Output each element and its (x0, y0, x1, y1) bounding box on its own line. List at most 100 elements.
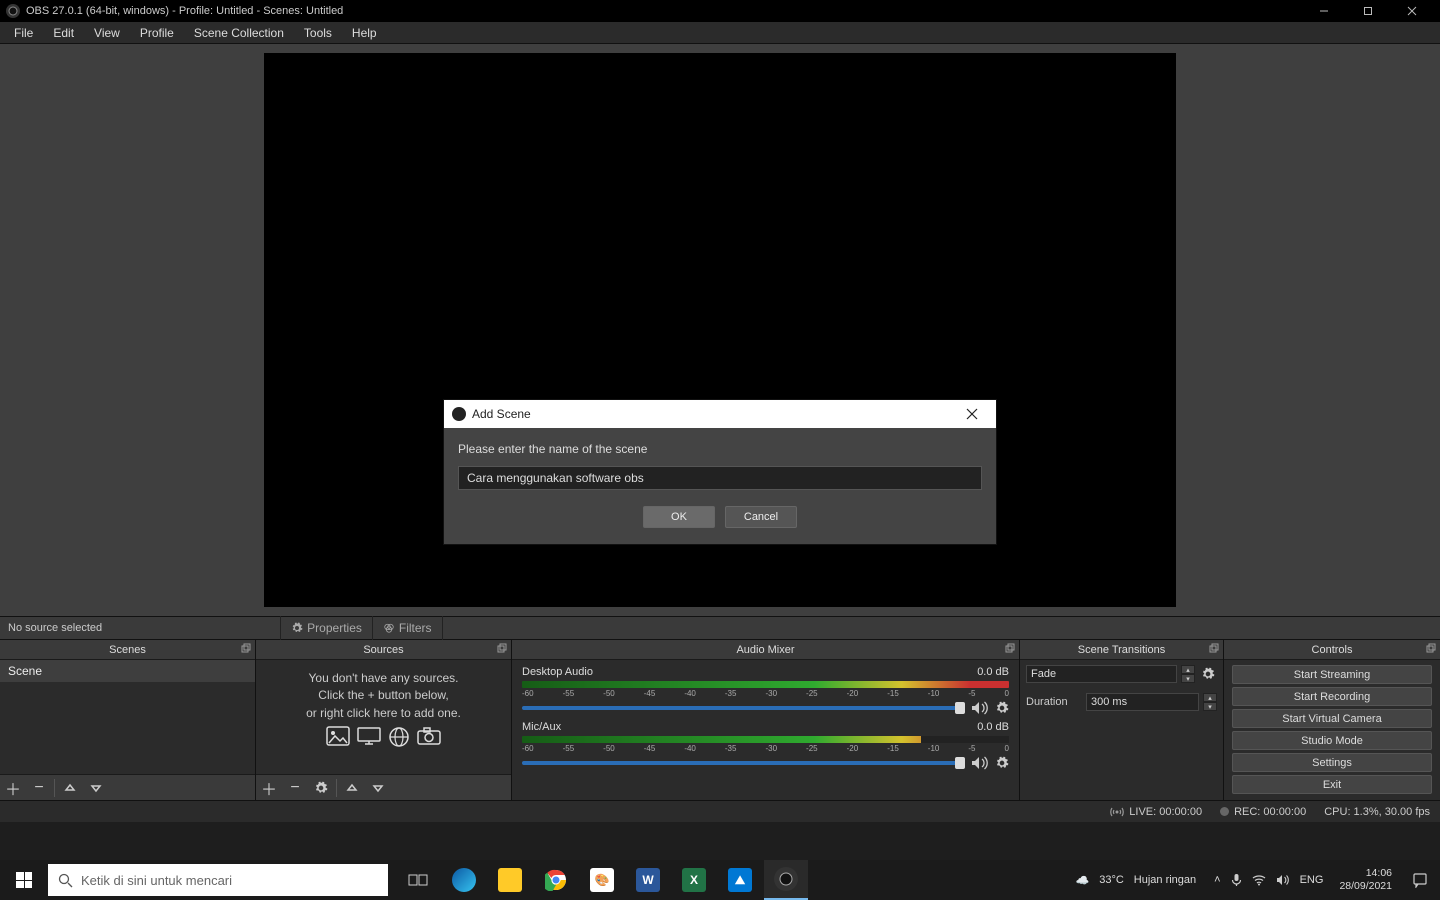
window-title: OBS 27.0.1 (64-bit, windows) - Profile: … (26, 5, 343, 17)
window-maximize-button[interactable] (1346, 0, 1390, 22)
window-minimize-button[interactable] (1302, 0, 1346, 22)
mixer-title: Audio Mixer (736, 644, 794, 656)
menu-scene-collection[interactable]: Scene Collection (184, 24, 294, 42)
menu-help[interactable]: Help (342, 24, 387, 42)
audio-mixer-dock: Audio Mixer Desktop Audio 0.0 dB -60-55-… (512, 640, 1020, 800)
settings-button[interactable]: Settings (1232, 753, 1432, 772)
filters-button[interactable]: Filters (373, 616, 442, 640)
system-tray[interactable]: ☁️ 33°C Hujan ringan ˄ ENG (1068, 873, 1332, 887)
audio-track-desktop: Desktop Audio 0.0 dB -60-55-50-45-40-35-… (512, 662, 1019, 717)
taskbar-app-chrome[interactable] (534, 860, 578, 900)
start-virtual-camera-button[interactable]: Start Virtual Camera (1232, 709, 1432, 728)
scene-name-input[interactable] (458, 466, 982, 490)
menu-file[interactable]: File (4, 24, 43, 42)
start-recording-button[interactable]: Start Recording (1232, 687, 1432, 706)
start-streaming-button[interactable]: Start Streaming (1232, 665, 1432, 684)
weather-icon: ☁️ (1076, 874, 1090, 887)
camera-icon (416, 726, 442, 748)
popout-icon[interactable] (497, 643, 507, 653)
gear-icon (291, 622, 303, 634)
tray-wifi-icon[interactable] (1252, 874, 1266, 886)
scene-item[interactable]: Scene (0, 660, 255, 682)
taskbar-app-photos[interactable]: ⛰ (718, 860, 762, 900)
track-db: 0.0 dB (977, 721, 1009, 733)
taskbar-app-word[interactable]: W (626, 860, 670, 900)
scenes-dock: Scenes Scene ＋ − (0, 640, 256, 800)
dialog-close-button[interactable] (956, 400, 988, 428)
source-properties-button[interactable] (308, 775, 334, 801)
db-ticks: -60-55-50-45-40-35-30-25-20-15-10-50 (522, 744, 1009, 753)
controls-header: Controls (1224, 640, 1440, 660)
filter-icon (383, 622, 395, 634)
filters-label: Filters (399, 621, 432, 635)
taskbar-app-edge[interactable] (442, 860, 486, 900)
taskbar-clock[interactable]: 14:06 28/09/2021 (1331, 867, 1400, 892)
record-dot-icon (1220, 807, 1229, 816)
remove-source-button[interactable]: − (282, 775, 308, 801)
menu-profile[interactable]: Profile (130, 24, 184, 42)
no-source-label: No source selected (0, 622, 110, 634)
studio-mode-button[interactable]: Studio Mode (1232, 731, 1432, 750)
popout-icon[interactable] (1426, 643, 1436, 653)
duration-spinner[interactable]: ▴▾ (1203, 693, 1217, 711)
tray-chevron-up-icon[interactable]: ˄ (1214, 874, 1220, 886)
weather-desc: Hujan ringan (1134, 874, 1196, 886)
dialog-titlebar[interactable]: Add Scene (444, 400, 996, 428)
transition-settings-button[interactable] (1199, 665, 1217, 683)
tray-lang[interactable]: ENG (1300, 874, 1324, 886)
status-bar: LIVE: 00:00:00 REC: 00:00:00 CPU: 1.3%, … (0, 800, 1440, 822)
tray-mic-icon[interactable] (1231, 873, 1242, 887)
remove-scene-button[interactable]: − (26, 775, 52, 801)
gear-icon[interactable] (995, 756, 1009, 770)
add-source-button[interactable]: ＋ (256, 775, 282, 801)
clock-time: 14:06 (1339, 867, 1392, 880)
taskbar-search[interactable]: Ketik di sini untuk mencari (48, 864, 388, 896)
transition-spinner[interactable]: ▴▾ (1181, 665, 1195, 683)
cancel-button[interactable]: Cancel (725, 506, 797, 528)
taskbar-app-paint[interactable]: 🎨 (580, 860, 624, 900)
menu-edit[interactable]: Edit (43, 24, 84, 42)
tray-volume-icon[interactable] (1276, 874, 1290, 886)
task-view-button[interactable] (396, 860, 440, 900)
transitions-header: Scene Transitions (1020, 640, 1223, 660)
scenes-list[interactable]: Scene (0, 660, 255, 774)
dialog-title: Add Scene (472, 407, 531, 421)
transition-select[interactable]: Fade (1026, 665, 1177, 683)
gear-icon[interactable] (995, 701, 1009, 715)
transition-value: Fade (1031, 668, 1056, 680)
properties-button[interactable]: Properties (281, 616, 372, 640)
sources-dock: Sources You don't have any sources. Clic… (256, 640, 512, 800)
popout-icon[interactable] (1005, 643, 1015, 653)
audio-track-mic: Mic/Aux 0.0 dB -60-55-50-45-40-35-30-25-… (512, 717, 1019, 772)
move-source-down-button[interactable] (365, 775, 391, 801)
popout-icon[interactable] (1209, 643, 1219, 653)
sources-list[interactable]: You don't have any sources. Click the + … (256, 660, 511, 774)
popout-icon[interactable] (241, 643, 251, 653)
menubar: File Edit View Profile Scene Collection … (0, 22, 1440, 44)
add-scene-button[interactable]: ＋ (0, 775, 26, 801)
move-source-up-button[interactable] (339, 775, 365, 801)
globe-icon (388, 726, 410, 748)
speaker-icon[interactable] (971, 701, 989, 715)
start-button[interactable] (0, 860, 48, 900)
ok-button[interactable]: OK (643, 506, 715, 528)
scenes-header: Scenes (0, 640, 255, 660)
exit-button[interactable]: Exit (1232, 775, 1432, 794)
volume-slider[interactable] (522, 761, 965, 765)
taskbar-app-excel[interactable]: X (672, 860, 716, 900)
menu-tools[interactable]: Tools (294, 24, 342, 42)
menu-view[interactable]: View (84, 24, 130, 42)
volume-slider[interactable] (522, 706, 965, 710)
speaker-icon[interactable] (971, 756, 989, 770)
preview-area: Add Scene Please enter the name of the s… (0, 44, 1440, 616)
taskbar-app-obs[interactable] (764, 860, 808, 900)
move-scene-down-button[interactable] (83, 775, 109, 801)
duration-input[interactable]: 300 ms (1086, 693, 1199, 711)
weather-temp: 33°C (1099, 874, 1124, 886)
taskbar-app-explorer[interactable] (488, 860, 532, 900)
transitions-title: Scene Transitions (1078, 644, 1165, 656)
image-icon (326, 726, 350, 748)
move-scene-up-button[interactable] (57, 775, 83, 801)
window-close-button[interactable] (1390, 0, 1434, 22)
notification-center-button[interactable] (1400, 860, 1440, 900)
